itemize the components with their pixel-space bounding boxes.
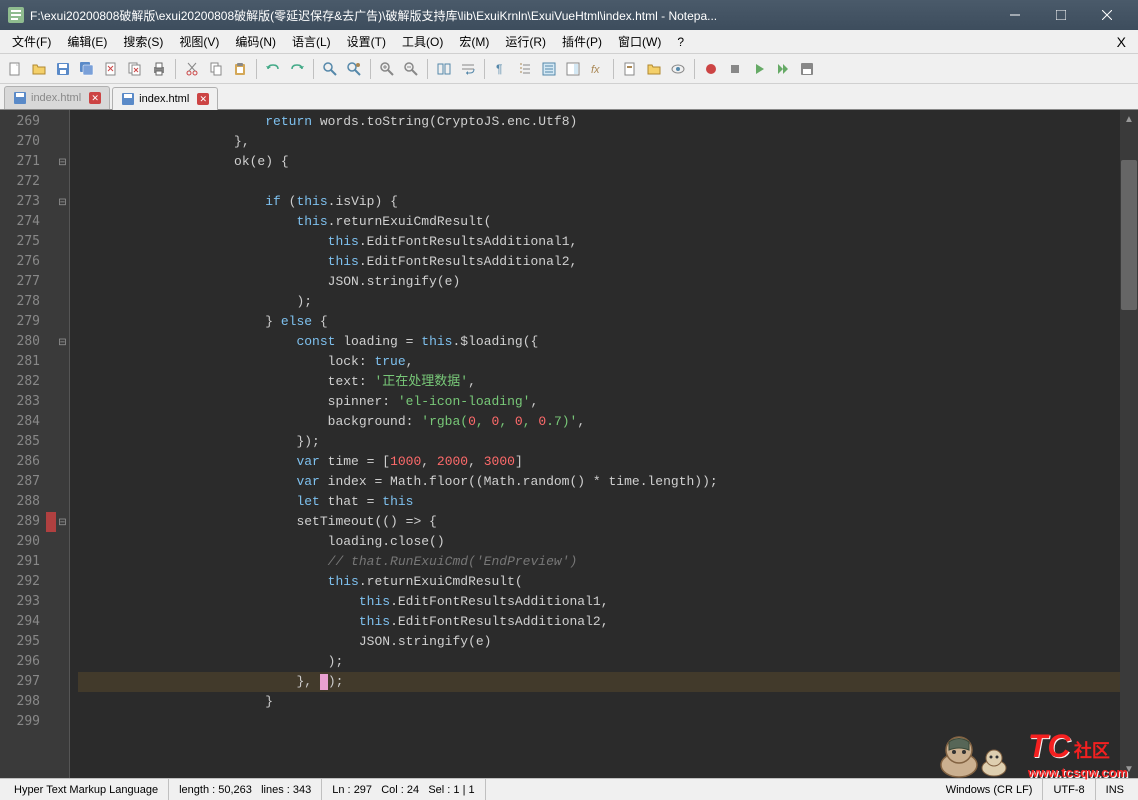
scroll-thumb[interactable] (1121, 160, 1137, 310)
menu-item[interactable]: 运行(R) (497, 30, 554, 53)
close-all-icon[interactable] (124, 58, 146, 80)
tab-close-icon[interactable]: ✕ (197, 93, 209, 105)
play-macro-icon[interactable] (748, 58, 770, 80)
paste-icon[interactable] (229, 58, 251, 80)
minimize-button[interactable] (992, 0, 1038, 30)
mdi-close-button[interactable]: X (1109, 34, 1134, 50)
toolbar: ¶ fx (0, 54, 1138, 84)
menu-item[interactable]: 视图(V) (171, 30, 227, 53)
tab-label: index.html (139, 93, 189, 105)
file-saved-icon (13, 91, 27, 105)
find-icon[interactable] (319, 58, 341, 80)
cut-icon[interactable] (181, 58, 203, 80)
doc-map-icon[interactable] (562, 58, 584, 80)
zoom-out-icon[interactable] (400, 58, 422, 80)
file-saved-icon (121, 92, 135, 106)
status-length: length : 50,263 lines : 343 (169, 779, 322, 800)
close-file-icon[interactable] (100, 58, 122, 80)
tab-close-icon[interactable]: ✕ (89, 92, 101, 104)
doc-list-icon[interactable] (538, 58, 560, 80)
menu-item[interactable]: 工具(O) (394, 30, 451, 53)
menu-item[interactable]: 编辑(E) (59, 30, 115, 53)
menu-item[interactable]: ? (669, 32, 692, 52)
maximize-button[interactable] (1038, 0, 1084, 30)
zoom-in-icon[interactable] (376, 58, 398, 80)
undo-icon[interactable] (262, 58, 284, 80)
bookmark-column[interactable] (46, 110, 56, 778)
play-multi-icon[interactable] (772, 58, 794, 80)
open-file-icon[interactable] (28, 58, 50, 80)
record-macro-icon[interactable] (700, 58, 722, 80)
replace-icon[interactable] (343, 58, 365, 80)
title-bar: F:\exui20200808破解版\exui20200808破解版(零延迟保存… (0, 0, 1138, 30)
app-icon (8, 7, 24, 23)
folder-explorer-icon[interactable] (643, 58, 665, 80)
function-list-icon[interactable]: fx (586, 58, 608, 80)
stop-macro-icon[interactable] (724, 58, 746, 80)
show-whitespace-icon[interactable]: ¶ (490, 58, 512, 80)
tab-bar: index.html ✕ index.html ✕ (0, 84, 1138, 110)
print-icon[interactable] (148, 58, 170, 80)
menu-item[interactable]: 插件(P) (554, 30, 610, 53)
menu-item[interactable]: 设置(T) (339, 30, 394, 53)
scroll-up-icon[interactable]: ▲ (1120, 110, 1138, 128)
svg-text:¶: ¶ (496, 62, 502, 76)
menu-item[interactable]: 搜索(S) (115, 30, 171, 53)
word-wrap-icon[interactable] (457, 58, 479, 80)
menu-bar: 文件(F)编辑(E)搜索(S)视图(V)编码(N)语言(L)设置(T)工具(O)… (0, 30, 1138, 54)
menu-item[interactable]: 窗口(W) (610, 30, 669, 53)
save-icon[interactable] (52, 58, 74, 80)
scroll-down-icon[interactable]: ▼ (1120, 760, 1138, 778)
folder-doc-icon[interactable] (619, 58, 641, 80)
tab-index-1[interactable]: index.html ✕ (4, 86, 110, 109)
editor: 2692702712722732742752762772782792802812… (0, 110, 1138, 778)
tab-index-2[interactable]: index.html ✕ (112, 87, 218, 110)
sync-scroll-icon[interactable] (433, 58, 455, 80)
status-language: Hyper Text Markup Language (4, 779, 169, 800)
status-eol[interactable]: Windows (CR LF) (936, 779, 1044, 800)
save-macro-icon[interactable] (796, 58, 818, 80)
vertical-scrollbar[interactable]: ▲ ▼ (1120, 110, 1138, 778)
save-all-icon[interactable] (76, 58, 98, 80)
code-area[interactable]: return words.toString(CryptoJS.enc.Utf8)… (70, 110, 1120, 778)
copy-icon[interactable] (205, 58, 227, 80)
monitor-icon[interactable] (667, 58, 689, 80)
indent-guide-icon[interactable] (514, 58, 536, 80)
menu-item[interactable]: 宏(M) (451, 30, 497, 53)
menu-item[interactable]: 文件(F) (4, 30, 59, 53)
status-encoding[interactable]: UTF-8 (1043, 779, 1095, 800)
window-title: F:\exui20200808破解版\exui20200808破解版(零延迟保存… (30, 7, 992, 24)
status-bar: Hyper Text Markup Language length : 50,2… (0, 778, 1138, 800)
status-position: Ln : 297 Col : 24 Sel : 1 | 1 (322, 779, 485, 800)
status-insert-mode[interactable]: INS (1096, 779, 1134, 800)
new-file-icon[interactable] (4, 58, 26, 80)
close-button[interactable] (1084, 0, 1130, 30)
window-controls (992, 0, 1130, 30)
svg-text:fx: fx (591, 64, 600, 76)
redo-icon[interactable] (286, 58, 308, 80)
menu-item[interactable]: 语言(L) (284, 30, 339, 53)
fold-column[interactable]: ⊟⊟⊟⊟ (56, 110, 70, 778)
tab-label: index.html (31, 92, 81, 104)
line-number-gutter[interactable]: 2692702712722732742752762772782792802812… (0, 110, 46, 778)
menu-item[interactable]: 编码(N) (227, 30, 284, 53)
